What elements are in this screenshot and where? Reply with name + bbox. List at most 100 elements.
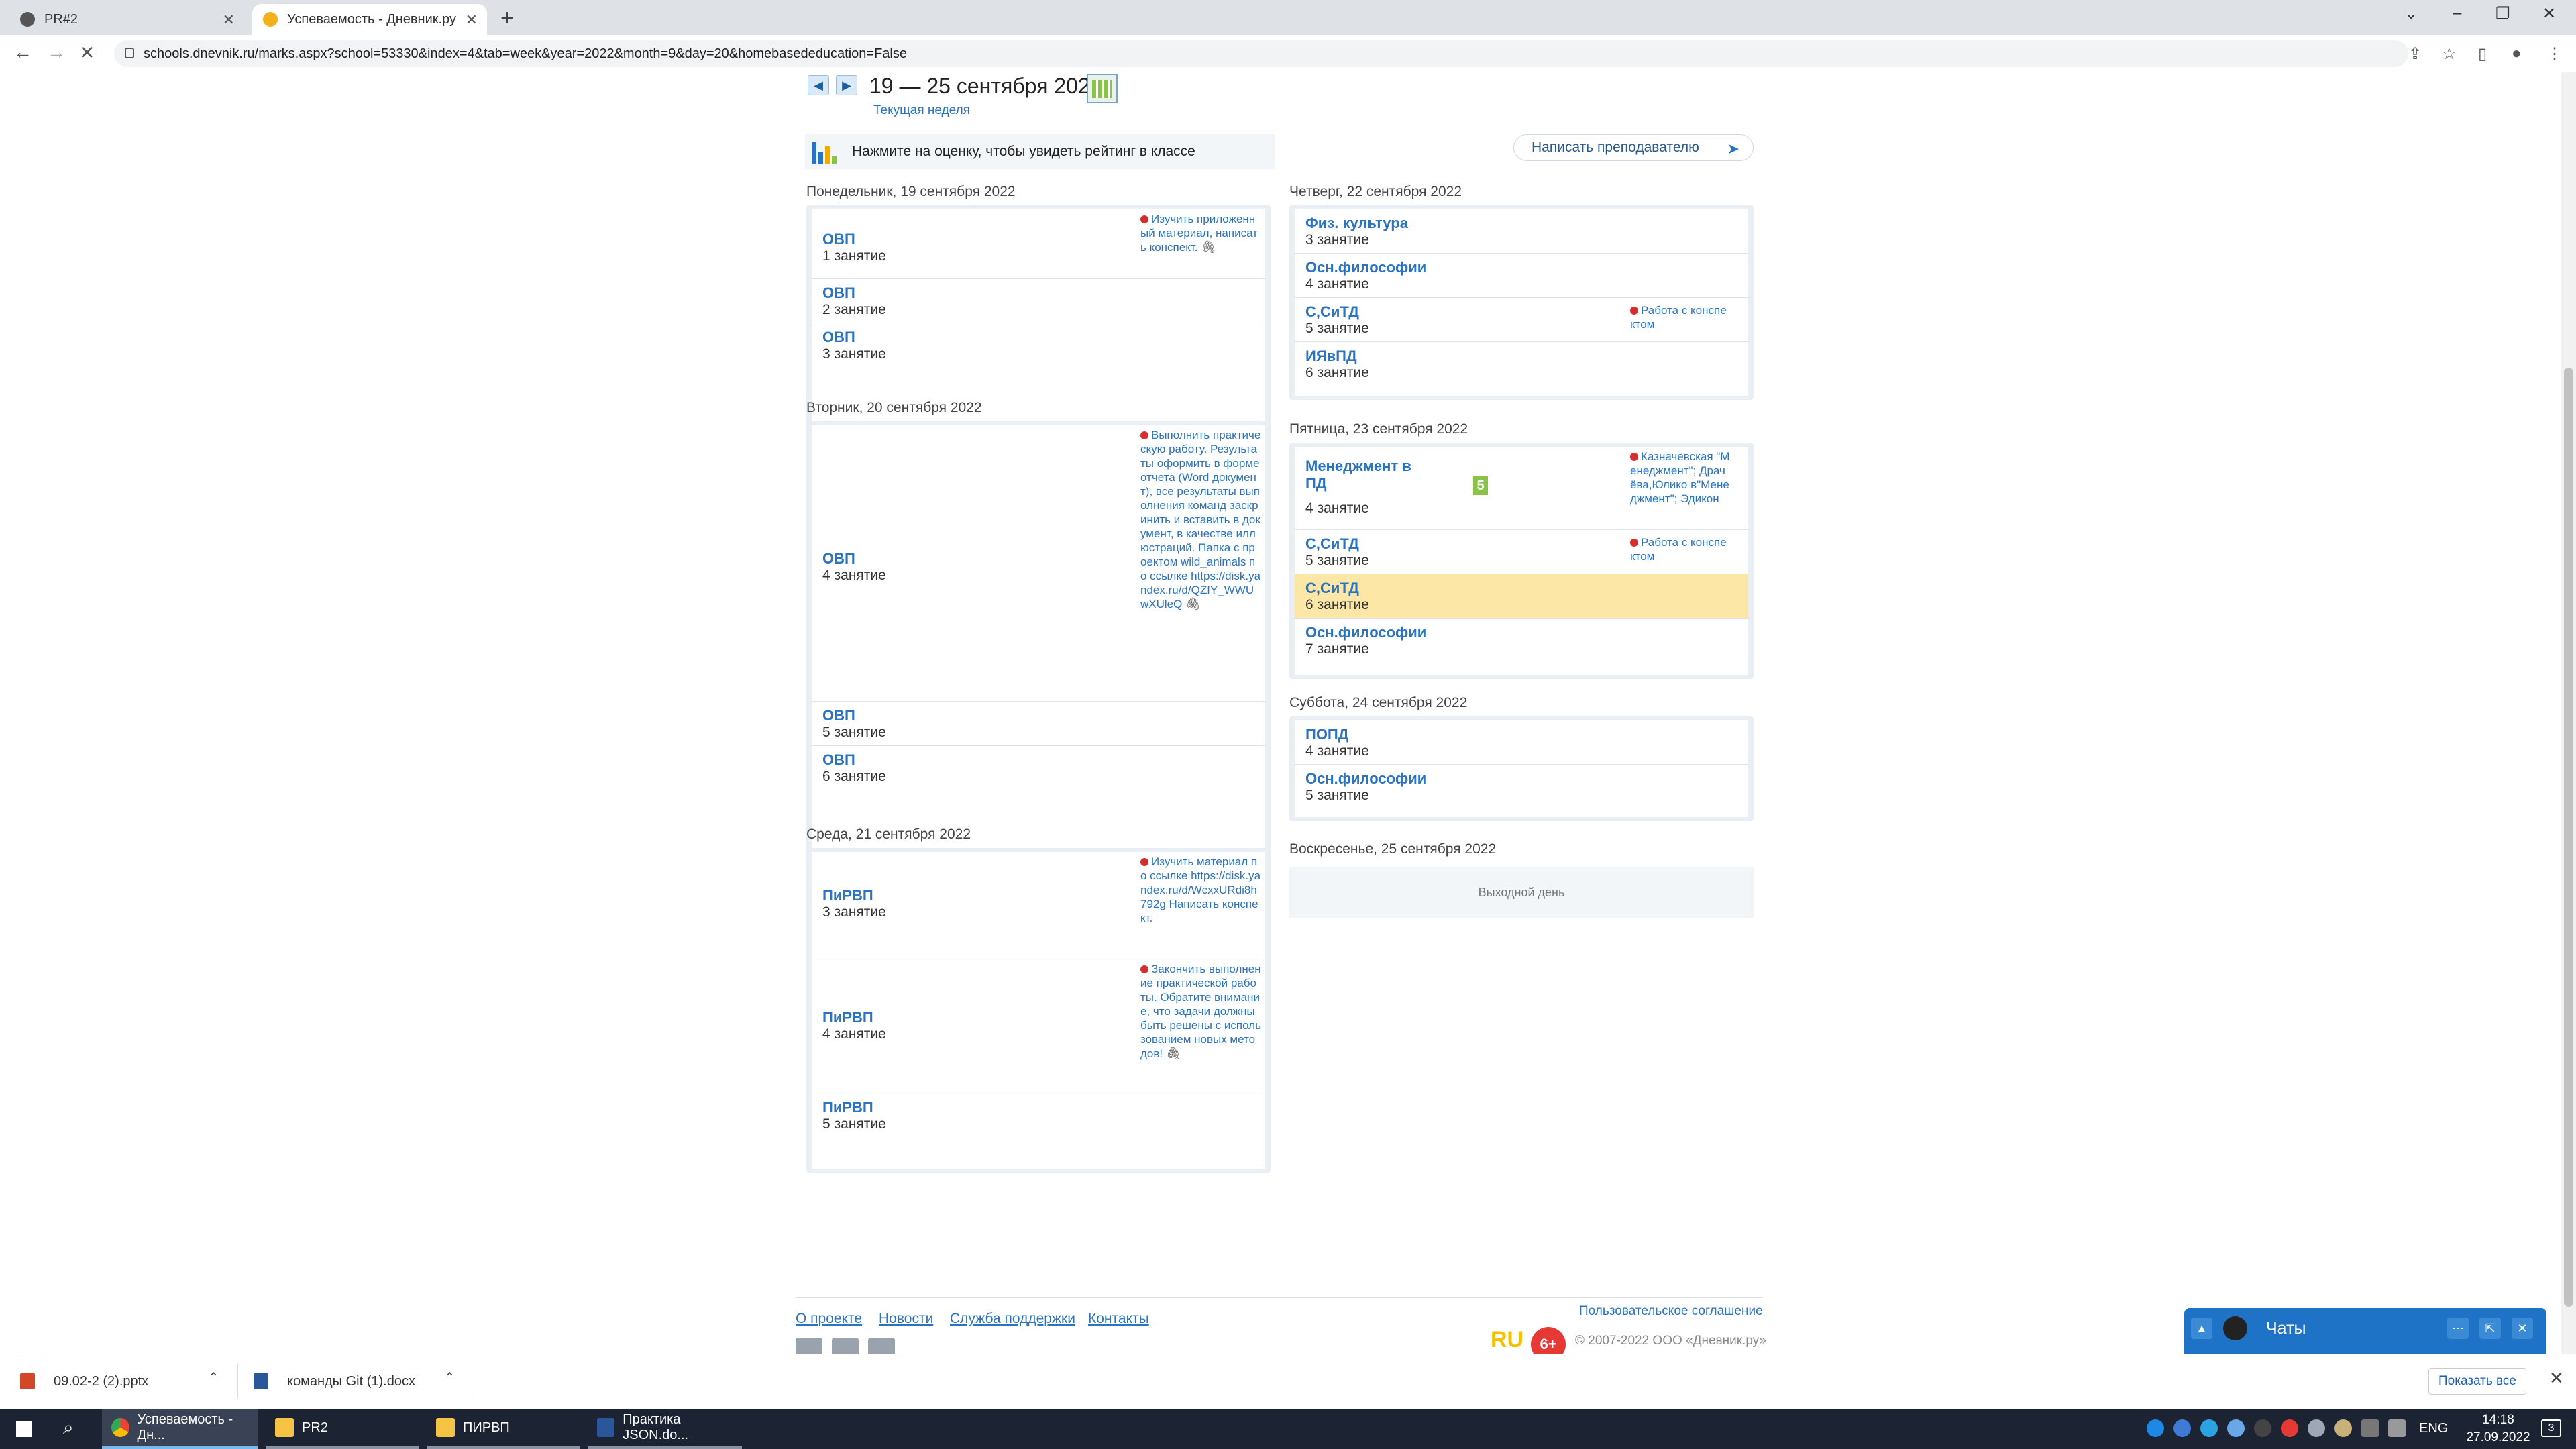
prev-week-button[interactable]: ◀ xyxy=(808,75,829,95)
lesson-subject[interactable]: Осн.философии xyxy=(1305,259,1426,276)
close-icon[interactable]: ✕ xyxy=(2549,1368,2564,1389)
back-icon[interactable]: ← xyxy=(13,42,32,63)
lock-icon[interactable] xyxy=(125,48,134,58)
attachment-icon[interactable]: 🖇 xyxy=(1201,240,1216,254)
write-teacher-button[interactable]: Написать преподавателю ➤ xyxy=(1513,134,1754,161)
lesson-subject[interactable]: ОВП xyxy=(822,329,855,346)
browser-tab-active[interactable]: Успеваемость - Дневник.ру ✕ xyxy=(252,4,487,35)
shield-icon[interactable] xyxy=(2174,1419,2191,1437)
search-icon[interactable]: ⌕ xyxy=(63,1417,74,1439)
open-external-icon[interactable]: ⇱ xyxy=(2479,1318,2501,1339)
footer-link-news[interactable]: Новости xyxy=(879,1311,933,1327)
lesson-number: 5 занятие xyxy=(1305,788,1369,803)
network-icon[interactable] xyxy=(2361,1419,2379,1437)
close-icon[interactable]: ✕ xyxy=(223,11,235,29)
notification-center-icon[interactable]: 3 xyxy=(2541,1419,2561,1437)
volume-icon[interactable] xyxy=(2388,1419,2406,1437)
current-week-link[interactable]: Текущая неделя xyxy=(873,103,970,118)
bookmark-star-icon[interactable]: ☆ xyxy=(2442,44,2457,64)
attachment-icon[interactable]: 🖇 xyxy=(1185,597,1201,610)
show-all-downloads-button[interactable]: Показать все xyxy=(2428,1368,2526,1395)
close-icon[interactable]: ✕ xyxy=(2512,1318,2533,1339)
tab-title: Успеваемость - Дневник.ру xyxy=(287,11,456,27)
lesson-subject[interactable]: С,СиТД xyxy=(1305,580,1359,597)
lesson-number: 5 занятие xyxy=(1305,321,1369,336)
day-heading-tuesday: Вторник, 20 сентября 2022 xyxy=(806,400,982,415)
lesson-subject[interactable]: Менеджмент в ПД xyxy=(1305,458,1426,492)
steam-icon[interactable] xyxy=(2254,1419,2271,1437)
lesson-subject[interactable]: С,СиТД xyxy=(1305,303,1359,321)
download-filename: команды Git (1).docx xyxy=(287,1373,415,1389)
tab-search-icon[interactable]: ⌄ xyxy=(2404,4,2418,23)
tray-app-icon[interactable] xyxy=(2308,1419,2325,1437)
help-icon[interactable] xyxy=(2147,1419,2164,1437)
lesson-subject[interactable]: ПОПД xyxy=(1305,726,1348,743)
ok-icon[interactable] xyxy=(832,1338,859,1354)
footer-link-contacts[interactable]: Контакты xyxy=(1088,1311,1149,1327)
chevron-up-icon[interactable]: ⌃ xyxy=(444,1369,455,1386)
homework-link[interactable]: Закончить выполнение практической работы… xyxy=(1140,962,1261,1061)
share-icon[interactable]: ⇪ xyxy=(2408,44,2422,64)
chat-widget[interactable]: ▲ Чаты ⋯ ⇱ ✕ xyxy=(2184,1308,2546,1354)
antivirus-icon[interactable] xyxy=(2281,1419,2298,1437)
lesson-subject[interactable]: ОВП xyxy=(822,751,855,769)
cloud-icon[interactable] xyxy=(2227,1419,2245,1437)
youtube-icon[interactable] xyxy=(868,1338,895,1354)
homework-link[interactable]: Изучить приложенный материал, написать к… xyxy=(1140,212,1261,254)
homework-link[interactable]: Изучить материал по ссылке https://disk.… xyxy=(1140,855,1261,925)
window-close-button[interactable]: ✕ xyxy=(2542,4,2556,23)
homework-link[interactable]: Казначевская "Менеджмент"; Драчёва,Юлико… xyxy=(1630,449,1731,506)
clock-time[interactable]: 14:18 xyxy=(2458,1413,2538,1428)
homework-link[interactable]: Работа с конспектом xyxy=(1630,303,1731,331)
footer-link-agreement[interactable]: Пользовательское соглашение xyxy=(1579,1304,1763,1319)
forward-icon[interactable]: → xyxy=(47,42,66,63)
lesson-subject[interactable]: ОВП xyxy=(822,550,855,568)
new-tab-button[interactable]: + xyxy=(500,5,514,32)
lesson-subject[interactable]: ПиРВП xyxy=(822,1009,873,1026)
scrollbar-thumb[interactable] xyxy=(2564,368,2573,1307)
homework-link[interactable]: Выполнить практическую работу. Результат… xyxy=(1140,428,1261,611)
taskbar-app-folder[interactable]: PR2 xyxy=(266,1409,419,1449)
menu-dots-icon[interactable]: ⋮ xyxy=(2546,44,2563,64)
taskbar-app-chrome[interactable]: Успеваемость - Дн... xyxy=(102,1409,258,1449)
homework-link[interactable]: Работа с конспектом xyxy=(1630,535,1731,564)
lesson-subject[interactable]: С,СиТД xyxy=(1305,535,1359,553)
browser-tab[interactable]: PR#2 ✕ xyxy=(9,4,244,35)
restore-button[interactable]: ❐ xyxy=(2496,4,2510,23)
close-icon[interactable]: ✕ xyxy=(466,11,478,29)
footer-link-support[interactable]: Служба поддержки xyxy=(950,1311,1075,1327)
page-scrollbar[interactable] xyxy=(2561,72,2576,1354)
footer-link-about[interactable]: О проекте xyxy=(796,1311,862,1327)
tray-app-icon[interactable] xyxy=(2334,1419,2352,1437)
download-item[interactable]: 09.02-2 (2).pptx xyxy=(20,1368,148,1395)
lesson-subject[interactable]: ОВП xyxy=(822,284,855,302)
language-indicator[interactable]: ENG xyxy=(2419,1421,2448,1436)
lesson-subject[interactable]: ПиРВП xyxy=(822,1099,873,1116)
vk-icon[interactable] xyxy=(796,1338,822,1354)
lesson-subject[interactable]: ИЯвПД xyxy=(1305,347,1357,365)
stop-icon[interactable]: ✕ xyxy=(79,42,95,64)
next-week-button[interactable]: ▶ xyxy=(836,75,857,95)
side-panel-icon[interactable]: ▯ xyxy=(2478,44,2487,64)
lesson-subject[interactable]: Осн.философии xyxy=(1305,624,1426,641)
url-field[interactable]: schools.dnevnik.ru/marks.aspx?school=533… xyxy=(114,40,2408,67)
minimize-button[interactable]: – xyxy=(2453,4,2461,23)
taskbar-app-folder[interactable]: ПИРВП xyxy=(427,1409,580,1449)
lesson-subject[interactable]: ОВП xyxy=(822,231,855,248)
lesson-subject[interactable]: Физ. культура xyxy=(1305,215,1408,232)
clock-date[interactable]: 27.09.2022 xyxy=(2458,1430,2538,1445)
taskbar-app-word[interactable]: Практика JSON.do... xyxy=(588,1409,742,1449)
lesson-subject[interactable]: Осн.философии xyxy=(1305,770,1426,788)
lesson-subject[interactable]: ПиРВП xyxy=(822,887,873,904)
chevron-up-icon[interactable]: ⌃ xyxy=(208,1369,219,1386)
telegram-icon[interactable] xyxy=(2200,1419,2218,1437)
attachment-icon[interactable]: 🖇 xyxy=(1166,1046,1181,1060)
lesson-subject[interactable]: ОВП xyxy=(822,707,855,724)
chevron-up-icon[interactable]: ▲ xyxy=(2191,1318,2212,1339)
calendar-icon[interactable] xyxy=(1087,74,1118,103)
download-item[interactable]: команды Git (1).docx xyxy=(254,1368,415,1395)
profile-icon[interactable]: ● xyxy=(2512,44,2522,63)
more-icon[interactable]: ⋯ xyxy=(2447,1318,2469,1339)
grade-badge[interactable]: 5 xyxy=(1473,476,1488,495)
windows-start-icon[interactable] xyxy=(16,1421,32,1437)
